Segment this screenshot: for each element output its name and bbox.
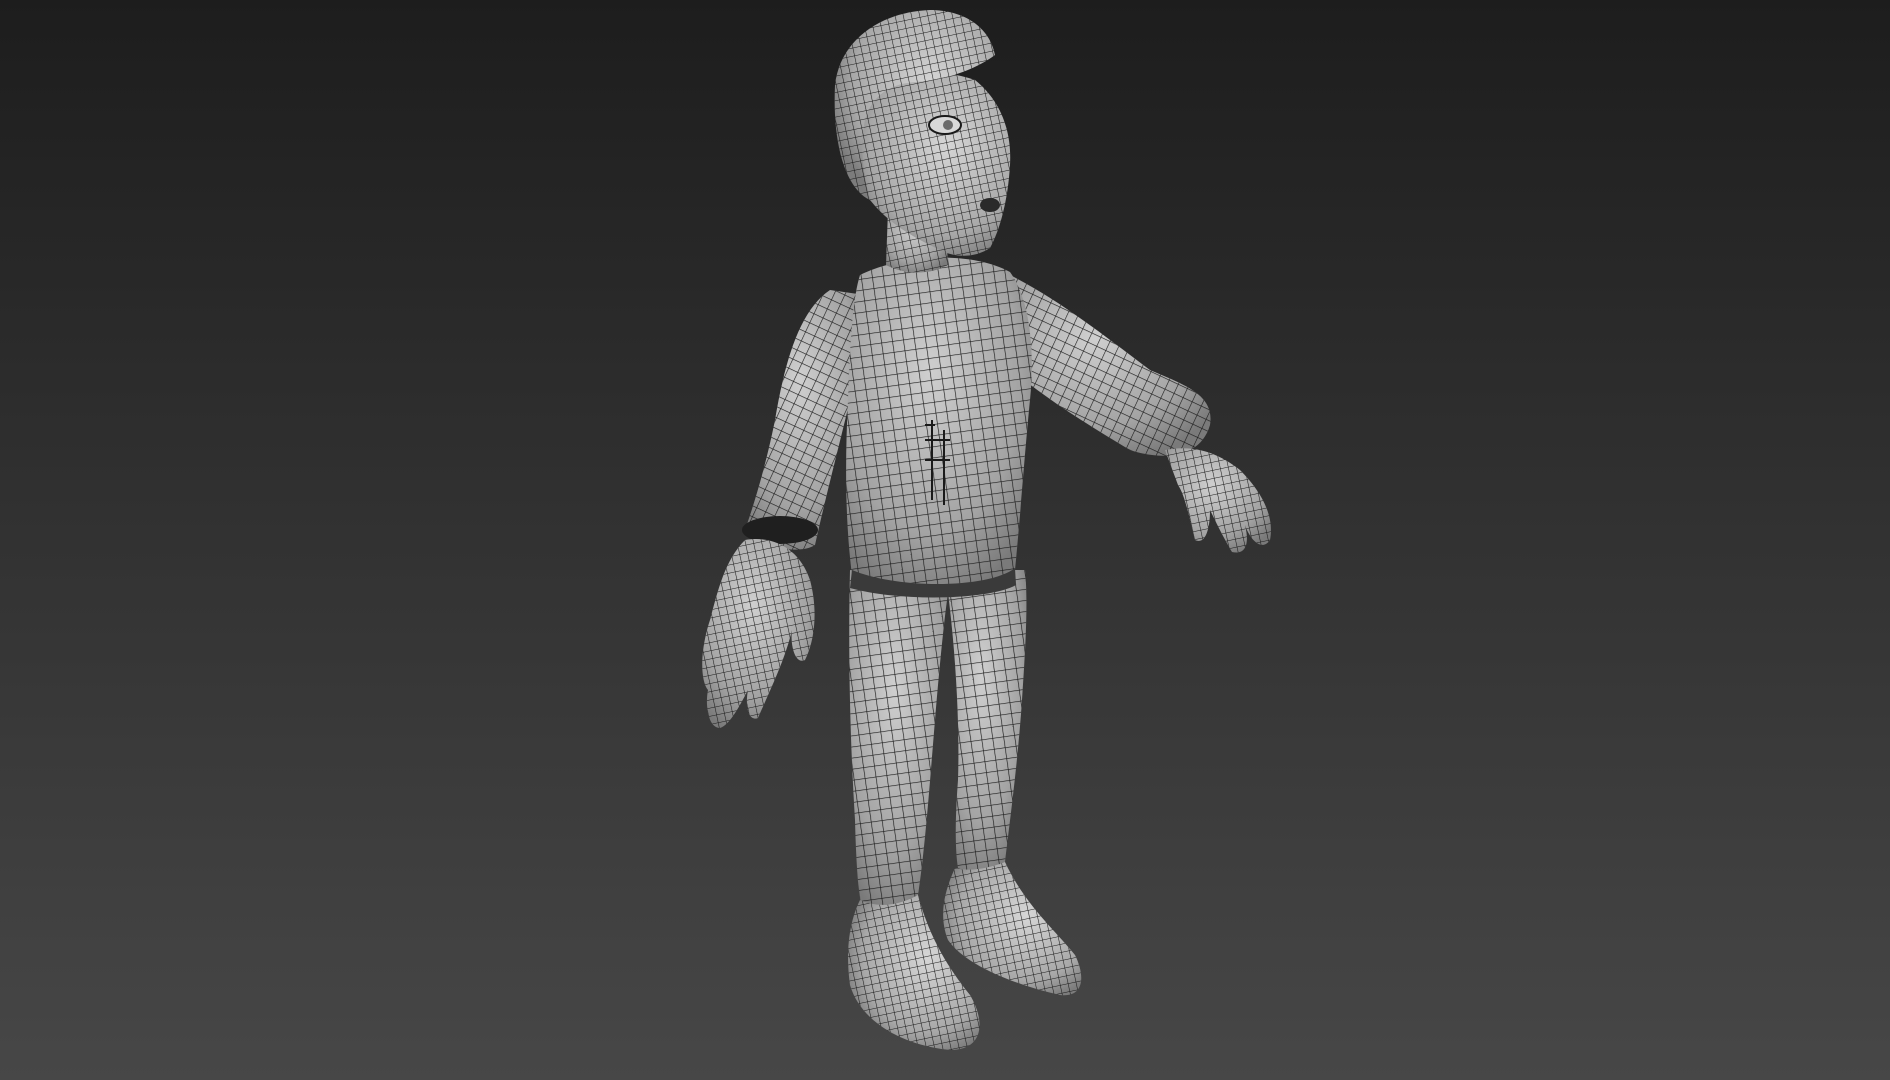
mouth xyxy=(980,198,1000,212)
left-hand[interactable] xyxy=(702,539,815,728)
right-hand[interactable] xyxy=(1165,448,1271,553)
pupil xyxy=(943,120,953,130)
torso[interactable] xyxy=(846,257,1032,598)
viewport-canvas[interactable] xyxy=(0,0,1890,1080)
right-shoe[interactable] xyxy=(943,862,1082,996)
3d-viewport[interactable] xyxy=(0,0,1890,1080)
left-leg[interactable] xyxy=(849,570,950,906)
character-model[interactable] xyxy=(702,10,1271,1050)
right-leg[interactable] xyxy=(945,570,1027,873)
